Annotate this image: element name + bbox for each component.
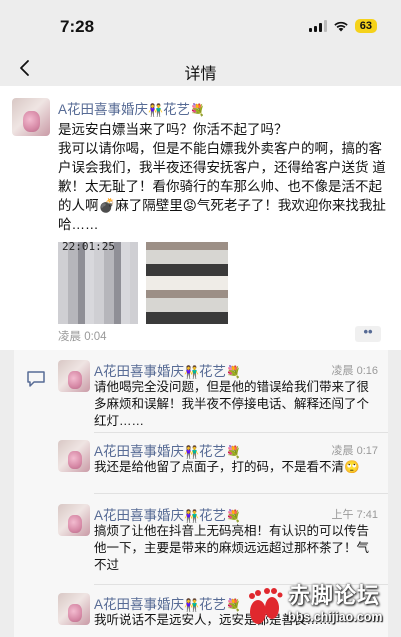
cellular-signal-icon [308, 20, 327, 32]
comment-divider [94, 493, 388, 494]
commenter-avatar[interactable] [58, 504, 90, 536]
wifi-icon [334, 21, 348, 32]
commenter-name[interactable]: A花田喜事婚庆👫花艺💐 [94, 504, 241, 525]
footprint-logo-icon [249, 588, 283, 624]
battery-indicator: 63 [354, 19, 377, 33]
post-text: 是远安白嫖当来了吗？你活不起了吗？ 我可以请你喝，但是不能白嫖我外卖客户的啊，搞… [58, 122, 386, 232]
comment-item: A花田喜事婚庆👫花艺💐 上午 7:41 搞烦了让他在抖音上无码亮相！有认识的可以… [58, 504, 378, 576]
commenter-avatar[interactable] [58, 440, 90, 472]
commenter-name[interactable]: A花田喜事婚庆👫花艺💐 [94, 360, 241, 381]
post-time: 凌晨 0:04 [58, 331, 107, 343]
status-bar: 7:28 63 [0, 0, 401, 52]
forum-watermark: 赤脚论坛 bbs.chijiao.com [246, 576, 401, 637]
comment-item: A花田喜事婚庆👫花艺💐 凌晨 0:17 我还是给他留了点面子，打的码，不是看不清… [58, 440, 378, 488]
commenter-avatar[interactable] [58, 360, 90, 392]
post-image-2[interactable] [146, 242, 228, 324]
commenter-name[interactable]: A花田喜事婚庆👫花艺💐 [94, 593, 241, 614]
comment-time: 凌晨 0:17 [331, 445, 378, 457]
moment-post: A花田喜事婚庆👫花艺💐 是远安白嫖当来了吗？你活不起了吗？ 我可以请你喝，但是不… [0, 86, 401, 350]
comment-icon [27, 371, 45, 387]
commenter-avatar[interactable] [58, 593, 90, 625]
commenter-name[interactable]: A花田喜事婚庆👫花艺💐 [94, 440, 241, 461]
page-title: 详情 [184, 66, 217, 83]
image-timestamp: 22:01:25 [62, 242, 115, 253]
status-time: 7:28 [60, 17, 95, 36]
author-avatar[interactable] [12, 98, 50, 136]
comment-text: 我还是给他留了点面子，打的码，不是看不清🙄 [94, 460, 360, 474]
comment-time: 凌晨 0:16 [331, 365, 378, 377]
nav-bar: 详情 [0, 52, 401, 86]
comment-time: 上午 7:41 [331, 509, 378, 521]
more-button[interactable]: •• [355, 325, 381, 342]
status-icons: 63 [308, 19, 377, 33]
comment-text: 请他喝完全没问题，但是他的错误给我们带来了很多麻烦和误解！我半夜不停接电话、解释… [94, 380, 370, 428]
author-name[interactable]: A花田喜事婚庆👫花艺💐 [58, 98, 205, 119]
watermark-url: bbs.chijiao.com [288, 610, 383, 624]
post-image-1[interactable]: 22:01:25 [58, 242, 138, 324]
watermark-title: 赤脚论坛 [288, 583, 381, 609]
comment-divider [94, 432, 388, 433]
comment-item: A花田喜事婚庆👫花艺💐 凌晨 0:16 请他喝完全没问题，但是他的错误给我们带来… [58, 360, 378, 428]
comment-text: 搞烦了让他在抖音上无码亮相！有认识的可以传告他一下，主要是带来的麻烦远远超过那杯… [94, 524, 370, 572]
